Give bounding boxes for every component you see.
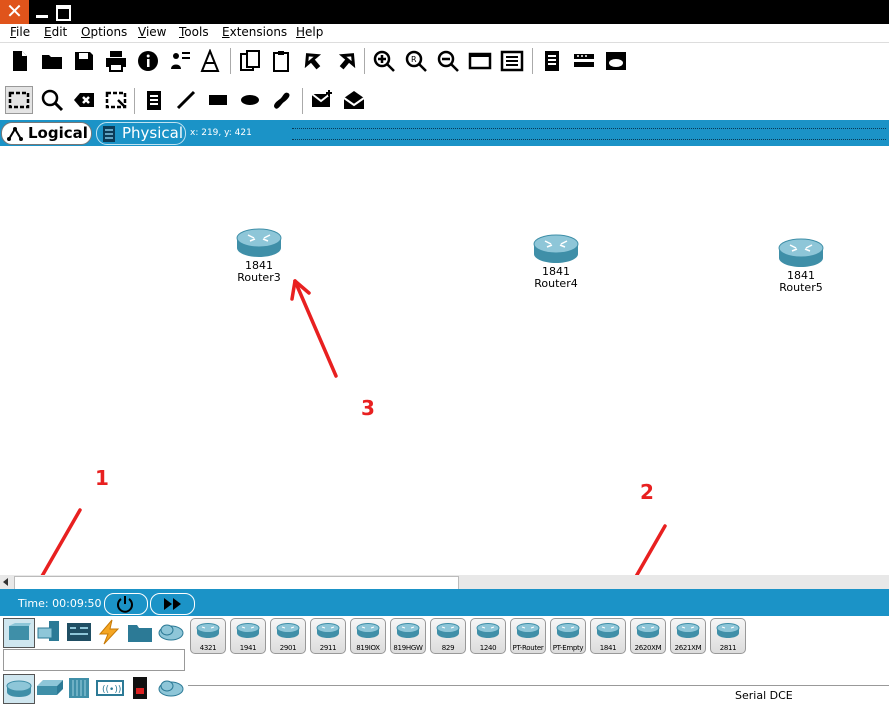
connection-type-status: Serial DCE [735, 689, 793, 702]
device-search-input[interactable] [3, 649, 185, 671]
end-devices-icon[interactable] [37, 620, 63, 644]
router-model-icon [556, 623, 580, 638]
simulation-time: Time: 00:09:50 [18, 597, 102, 610]
router-model-label: 4321 [199, 644, 217, 652]
router-model-label: 2811 [719, 644, 737, 652]
router-model-label: 819HGW [393, 644, 423, 652]
scroll-left-icon[interactable] [3, 578, 8, 586]
router-model-label: 2620XM [634, 644, 662, 652]
router-model-button[interactable]: 819HGW [390, 618, 426, 654]
router-model-label: 2901 [279, 644, 297, 652]
wan-emulation-icon[interactable] [157, 677, 185, 699]
router-model-icon [716, 623, 740, 638]
router-model-label: 1240 [479, 644, 497, 652]
router-model-icon [236, 623, 260, 638]
category-network-devices[interactable] [3, 618, 35, 648]
router-model-label: PT-Empty [552, 644, 584, 652]
router-model-button[interactable]: 819IOX [350, 618, 386, 654]
router-model-button[interactable]: 1841 [590, 618, 626, 654]
router-model-label: 1841 [599, 644, 617, 652]
components-icon[interactable] [66, 620, 92, 644]
routers-icon [6, 680, 32, 697]
router-model-icon [396, 623, 420, 638]
scrollbar-thumb[interactable] [14, 576, 459, 590]
router-model-icon [316, 623, 340, 638]
router-model-label: 2621XM [674, 644, 702, 652]
router-model-button[interactable]: 2621XM [670, 618, 706, 654]
arrow-3 [290, 279, 338, 378]
router-model-icon [436, 623, 460, 638]
router-model-label: 829 [441, 644, 455, 652]
router-model-button[interactable]: 4321 [190, 618, 226, 654]
annotation-label-2: 2 [640, 480, 654, 504]
router-model-label: 2911 [319, 644, 337, 652]
router-model-icon [596, 623, 620, 638]
annotation-label-1: 1 [95, 466, 109, 490]
router-model-button[interactable]: PT-Empty [550, 618, 586, 654]
power-cycle-icon [117, 596, 133, 613]
router-model-button[interactable]: 2811 [710, 618, 746, 654]
router-model-button[interactable]: 2911 [310, 618, 346, 654]
router-model-button[interactable]: 2901 [270, 618, 306, 654]
router-model-icon [636, 623, 660, 638]
wireless-devices-icon[interactable]: ((•)) [96, 678, 124, 698]
switches-icon[interactable] [36, 678, 64, 698]
router-model-icon [676, 623, 700, 638]
router-model-label: PT-Router [512, 644, 544, 652]
router-model-icon [516, 623, 540, 638]
misc-icon[interactable] [127, 620, 153, 644]
router-model-icon [276, 623, 300, 638]
subcategory-routers[interactable] [3, 674, 35, 704]
fast-forward-icon [164, 598, 181, 610]
router-model-button[interactable]: 1941 [230, 618, 266, 654]
multiuser-icon[interactable] [157, 621, 185, 643]
connections-icon[interactable] [96, 619, 122, 645]
fast-forward-button[interactable] [150, 593, 195, 615]
router-model-button[interactable]: 1240 [470, 618, 506, 654]
router-model-button[interactable]: 829 [430, 618, 466, 654]
router-model-button[interactable]: 2620XM [630, 618, 666, 654]
annotation-label-3: 3 [361, 396, 375, 420]
svg-text:((•)): ((•)) [102, 685, 121, 695]
power-cycle-button[interactable] [104, 593, 148, 615]
network-devices-icon [9, 623, 31, 640]
security-icon[interactable] [131, 676, 149, 700]
router-model-icon [356, 623, 380, 638]
router-model-icon [196, 623, 220, 638]
router-model-label: 1941 [239, 644, 257, 652]
hubs-icon[interactable] [66, 676, 92, 700]
router-model-label: 819IOX [356, 644, 380, 652]
router-model-button[interactable]: PT-Router [510, 618, 546, 654]
router-model-icon [476, 623, 500, 638]
